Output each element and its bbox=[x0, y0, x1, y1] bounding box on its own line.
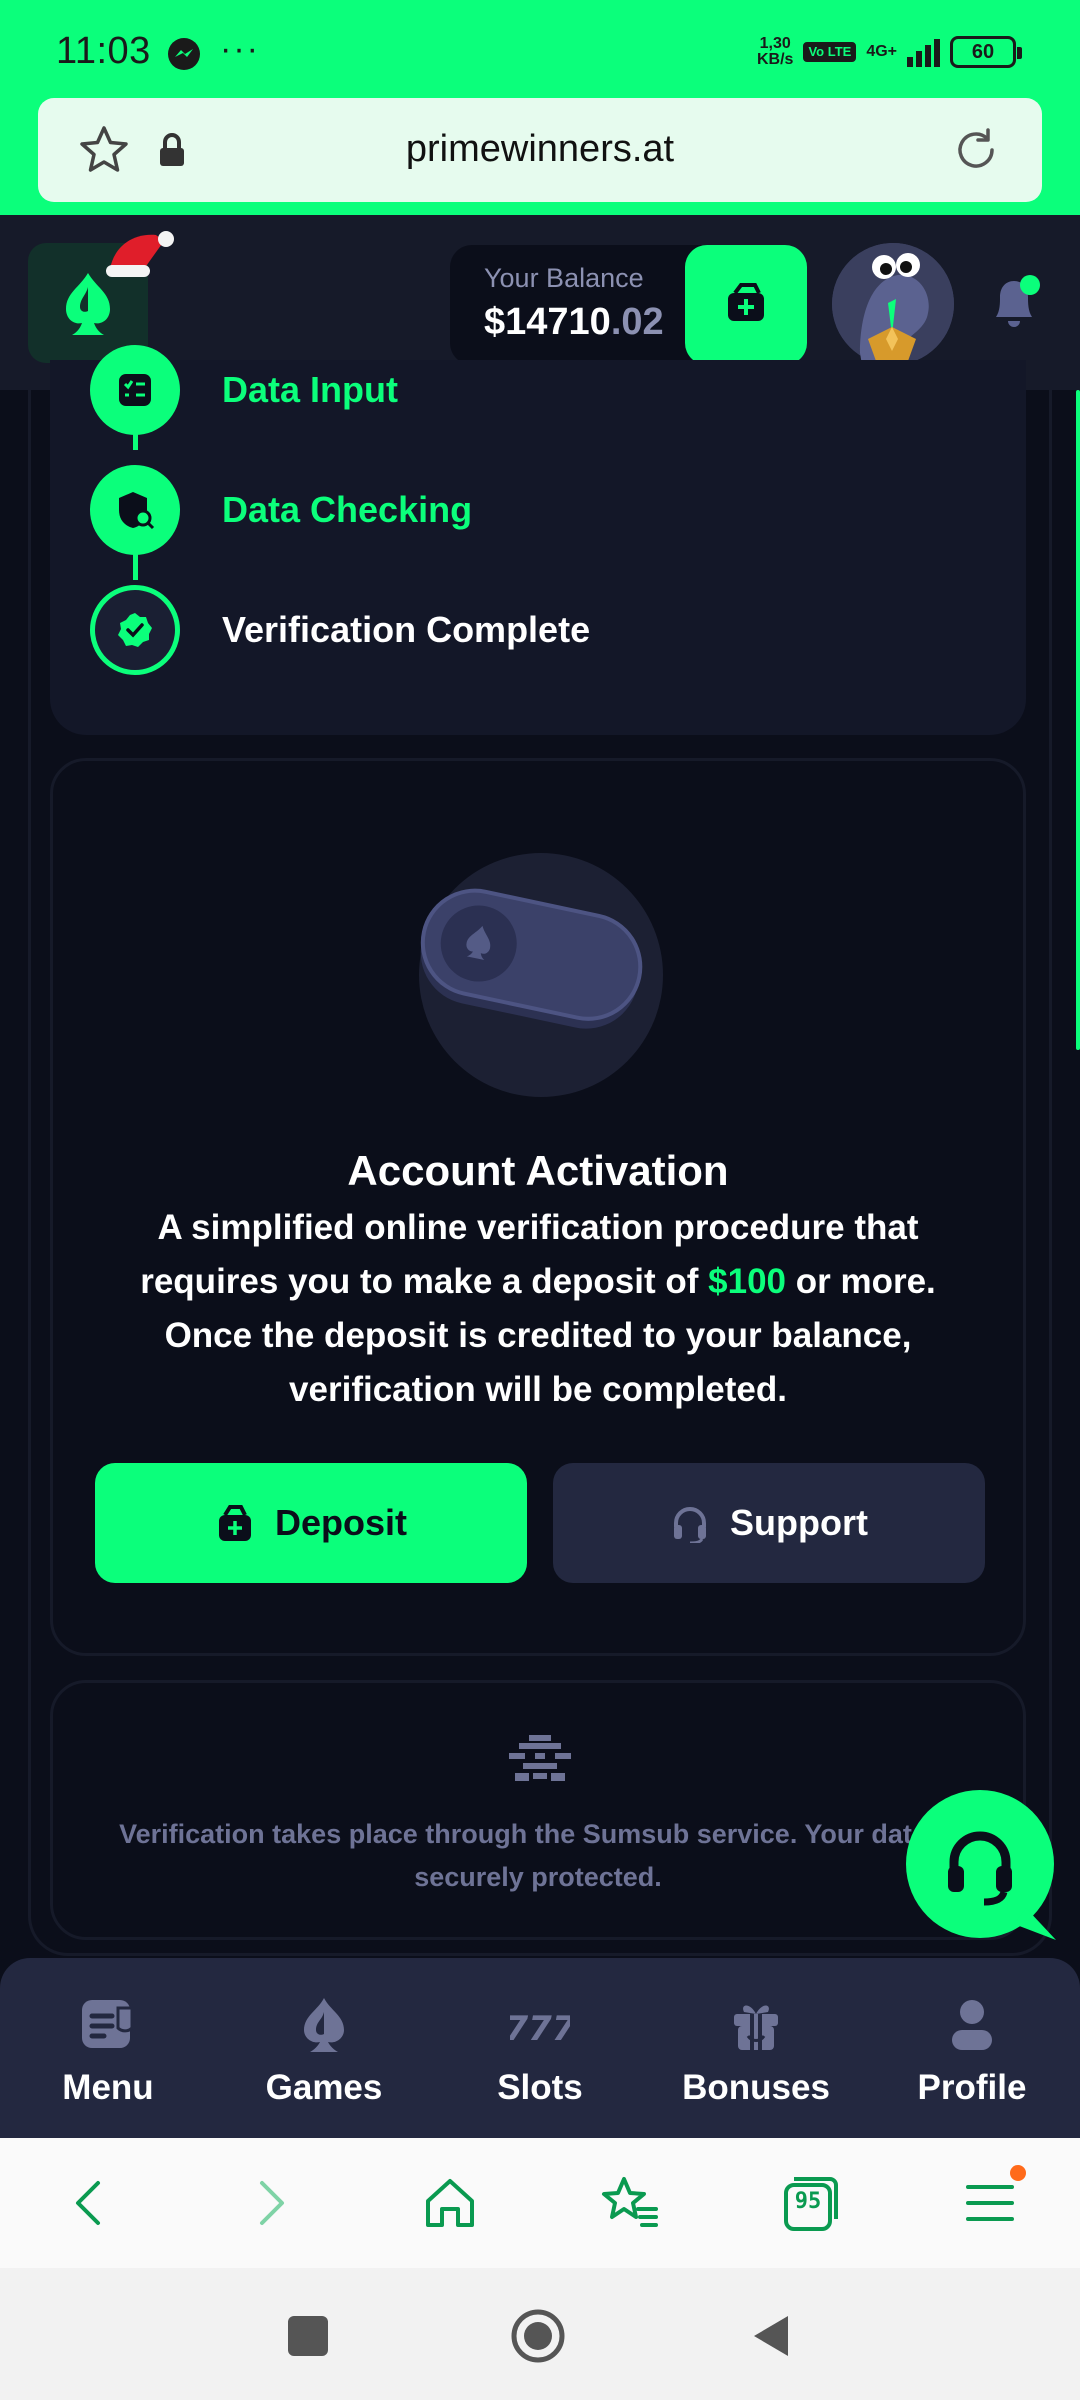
step-label: Data Input bbox=[222, 369, 398, 410]
nav-label: Slots bbox=[497, 2068, 583, 2107]
status-time: 11:03 bbox=[56, 30, 151, 72]
nav-item-games[interactable]: Games bbox=[216, 1958, 432, 2138]
browser-chrome: 11:03 ··· 1,30 KB/s Vo LTE 4G+ 60 primew… bbox=[0, 0, 1080, 215]
activation-title: Account Activation bbox=[347, 1147, 729, 1194]
nav-label: Games bbox=[265, 2068, 383, 2107]
system-navigation-bar bbox=[0, 2268, 1080, 2400]
santa-hat-icon bbox=[106, 231, 174, 277]
deposit-button[interactable]: Deposit bbox=[95, 1463, 527, 1583]
balance-label: Your Balance bbox=[484, 263, 644, 293]
wallet-icon bbox=[218, 1505, 251, 1541]
notifications-bell-icon[interactable] bbox=[986, 273, 1042, 333]
url-text[interactable]: primewinners.at bbox=[38, 128, 1042, 171]
slots-icon: 777 bbox=[510, 2009, 570, 2049]
support-button-label: Support bbox=[730, 1502, 868, 1543]
sumsub-logo-icon bbox=[509, 1735, 571, 1781]
bonuses-icon bbox=[734, 2005, 778, 2050]
back-button-icon[interactable] bbox=[744, 2308, 800, 2364]
verified-badge-icon bbox=[90, 585, 180, 675]
network-speed: 1,30 KB/s bbox=[757, 35, 794, 68]
home-icon[interactable] bbox=[418, 2171, 482, 2235]
tab-count: 95 bbox=[794, 2189, 822, 2214]
deposit-amount: $100 bbox=[708, 1262, 787, 1301]
recent-apps-icon[interactable] bbox=[280, 2308, 336, 2364]
reload-icon[interactable] bbox=[948, 122, 1004, 178]
wallet-icon bbox=[728, 283, 764, 321]
shield-search-icon bbox=[90, 465, 180, 555]
step-data-checking: Data Checking bbox=[90, 465, 472, 555]
page-scrollbar[interactable] bbox=[1076, 390, 1080, 1050]
status-indicators: 1,30 KB/s Vo LTE 4G+ 60 bbox=[757, 35, 1022, 68]
support-chat-button[interactable] bbox=[906, 1790, 1058, 1942]
activation-description: A simplified online verification procedu… bbox=[140, 1208, 936, 1409]
nav-label: Menu bbox=[62, 2068, 154, 2107]
toggle-switch-illustration bbox=[419, 853, 663, 1097]
address-bar[interactable]: primewinners.at bbox=[38, 98, 1042, 202]
svg-text:777: 777 bbox=[510, 2009, 570, 2049]
battery-icon: 60 bbox=[950, 36, 1022, 68]
volte-icon: Vo LTE bbox=[803, 42, 857, 62]
checklist-icon bbox=[90, 345, 180, 435]
dino-avatar-icon bbox=[832, 243, 954, 365]
nav-item-bonuses[interactable]: Bonuses bbox=[648, 1958, 864, 2138]
profile-icon bbox=[952, 2000, 992, 2050]
browser-menu-icon[interactable] bbox=[958, 2165, 1026, 2235]
nav-item-slots[interactable]: 777 Slots bbox=[432, 1958, 648, 2138]
status-bar: 11:03 ··· 1,30 KB/s Vo LTE 4G+ 60 bbox=[0, 0, 1080, 100]
balance-amount: $14710.02 bbox=[484, 301, 664, 343]
nav-label: Bonuses bbox=[682, 2068, 830, 2107]
wallet-deposit-button[interactable] bbox=[685, 245, 807, 365]
messenger-icon bbox=[168, 38, 200, 70]
notification-dot bbox=[1010, 2165, 1026, 2181]
more-notifications-icon: ··· bbox=[220, 30, 260, 68]
nav-label: Profile bbox=[917, 2068, 1027, 2107]
account-activation-card: Account Activation A simplified online v… bbox=[50, 758, 1026, 1656]
headset-icon bbox=[674, 1507, 706, 1543]
bookmarks-icon[interactable] bbox=[598, 2171, 662, 2235]
step-data-input: Data Input bbox=[90, 345, 398, 435]
step-label: Data Checking bbox=[222, 489, 473, 530]
step-verification-complete: Verification Complete bbox=[90, 585, 590, 675]
nav-item-menu[interactable]: Menu bbox=[0, 1958, 216, 2138]
network-type: 4G+ bbox=[866, 43, 897, 60]
site-bottom-nav: Menu Games 777 Slots Bonuses Profile bbox=[0, 1958, 1080, 2138]
verification-steps-card: Data Input Data Checking Verification Co… bbox=[50, 345, 1026, 735]
deposit-button-label: Deposit bbox=[274, 1502, 407, 1543]
nav-item-profile[interactable]: Profile bbox=[864, 1958, 1080, 2138]
forward-arrow-icon[interactable] bbox=[238, 2171, 302, 2235]
tabs-icon[interactable]: 95 bbox=[778, 2171, 842, 2235]
user-avatar[interactable] bbox=[832, 243, 954, 365]
back-arrow-icon[interactable] bbox=[58, 2171, 122, 2235]
home-button-icon[interactable] bbox=[510, 2308, 566, 2364]
browser-toolbar: 95 bbox=[0, 2138, 1080, 2268]
support-button[interactable]: Support bbox=[553, 1463, 985, 1583]
sumsub-description: Verification takes place through the Sum… bbox=[119, 1819, 957, 1892]
menu-icon bbox=[82, 2000, 134, 2048]
signal-icon bbox=[907, 37, 940, 67]
games-icon bbox=[304, 1998, 344, 2052]
step-label: Verification Complete bbox=[222, 609, 591, 650]
sumsub-info-card: Verification takes place through the Sum… bbox=[50, 1680, 1026, 1940]
